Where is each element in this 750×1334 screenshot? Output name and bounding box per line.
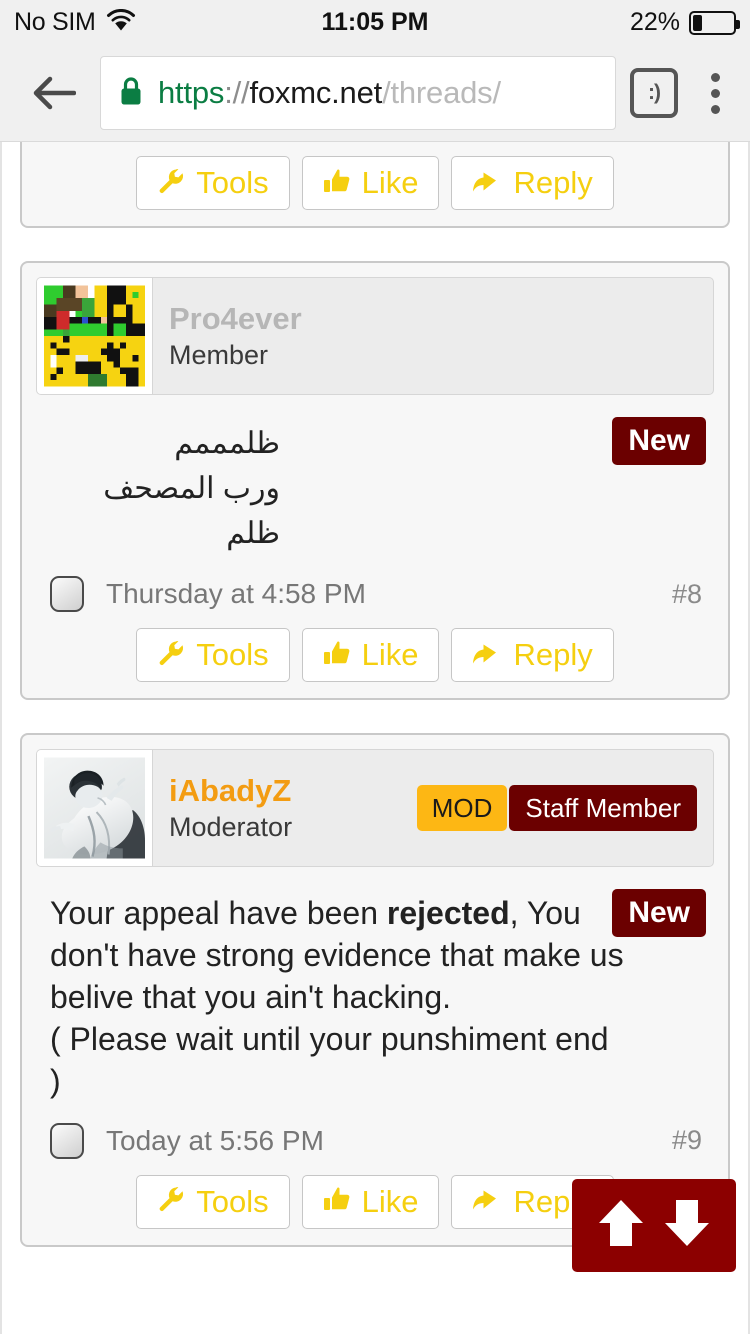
- message-part: Your appeal have been: [50, 895, 387, 932]
- avatar[interactable]: [37, 750, 153, 867]
- url-separator: ://: [224, 75, 250, 110]
- post-timestamp[interactable]: Thursday at 4:58 PM: [106, 578, 366, 610]
- browser-toolbar: https://foxmc.net/threads/ :): [0, 45, 750, 142]
- arrow-down-icon[interactable]: [662, 1197, 712, 1254]
- thumbs-up-icon: [323, 639, 351, 672]
- like-button[interactable]: Like: [301, 628, 440, 683]
- menu-dot: [710, 104, 720, 114]
- post-message-text: Your appeal have been rejected, You don'…: [50, 893, 625, 1103]
- tab-switcher-icon[interactable]: :): [630, 68, 678, 118]
- pixel-minecraft-skin-avatar: [44, 285, 145, 387]
- wifi-icon: [106, 8, 136, 37]
- post-user-names: iAbadyZ Moderator: [169, 773, 292, 844]
- post-meta: Today at 5:56 PM #9: [22, 1103, 728, 1159]
- arrow-up-icon[interactable]: [596, 1197, 646, 1254]
- menu-dot: [710, 72, 720, 82]
- tools-button-label: Tools: [196, 637, 269, 673]
- like-button-label: Like: [361, 165, 419, 200]
- like-button[interactable]: Like: [301, 156, 440, 211]
- post-user-names: Pro4ever Member: [169, 301, 302, 372]
- tools-button[interactable]: Tools: [136, 1174, 290, 1229]
- tools-button-label: Tools: [196, 1183, 269, 1219]
- avatar[interactable]: [37, 278, 153, 395]
- url-host: foxmc.net: [249, 75, 383, 110]
- post-meta-icon: [50, 1122, 84, 1159]
- post-user-header: Pro4ever Member: [36, 277, 714, 396]
- post-message: New ظلمممم ورب المصحف ظلم: [22, 395, 728, 556]
- status-bar-left: No SIM: [14, 8, 136, 37]
- overflow-menu-icon[interactable]: [698, 67, 732, 120]
- like-button-label: Like: [361, 1183, 419, 1219]
- battery-icon: [689, 10, 740, 35]
- staff-member-badge: Staff Member: [509, 785, 697, 832]
- grayscale-anime-avatar: [44, 757, 145, 859]
- like-button[interactable]: Like: [301, 1174, 440, 1229]
- post-number[interactable]: #8: [672, 579, 702, 610]
- post-meta-icon: [50, 576, 84, 613]
- url-scheme: https: [158, 75, 225, 110]
- battery-percent-label: 22%: [629, 8, 680, 36]
- post-user-info: Pro4ever Member: [153, 278, 713, 394]
- wrench-icon: [157, 1185, 185, 1218]
- post-card: iAbadyZ Moderator MOD Staff Member New Y…: [20, 733, 730, 1247]
- url-text: https://foxmc.net/threads/: [158, 75, 501, 111]
- thread-content: Tools Like Reply Pro4ever Member New ظلم…: [0, 142, 750, 1334]
- reply-arrow-icon: [472, 1185, 502, 1218]
- mod-badge: MOD: [416, 785, 508, 832]
- reply-button[interactable]: Reply: [451, 156, 614, 211]
- back-button[interactable]: [26, 65, 82, 121]
- new-badge: New: [612, 889, 706, 938]
- post-user-info: iAbadyZ Moderator MOD Staff Member: [153, 750, 713, 866]
- reply-arrow-icon: [472, 639, 502, 672]
- wrench-icon: [157, 167, 185, 200]
- post-user-badges: MOD Staff Member: [416, 785, 697, 832]
- thumbs-up-icon: [323, 1185, 351, 1218]
- status-bar-right: 22%: [629, 8, 740, 37]
- tab-switcher-label: :): [648, 81, 661, 104]
- tools-button[interactable]: Tools: [136, 628, 290, 683]
- carrier-label: No SIM: [14, 8, 96, 36]
- like-button-label: Like: [361, 637, 419, 673]
- post-card: Tools Like Reply: [20, 142, 730, 229]
- post-card: Pro4ever Member New ظلمممم ورب المصحف ظل…: [20, 261, 730, 701]
- reply-button-label: Reply: [513, 637, 593, 673]
- message-part-bold: rejected: [386, 895, 510, 932]
- post-actions: Tools Like Reply: [22, 142, 728, 214]
- post-actions: Tools Like Reply: [22, 612, 728, 686]
- post-user-title: Moderator: [169, 812, 293, 843]
- page-edge-left: [0, 142, 2, 1334]
- post-username[interactable]: iAbadyZ: [169, 773, 292, 809]
- thumbs-up-icon: [323, 167, 351, 200]
- post-message: New Your appeal have been rejected, You …: [22, 867, 728, 1103]
- url-path: /threads/: [382, 75, 501, 110]
- post-username[interactable]: Pro4ever: [169, 301, 302, 337]
- post-meta: Thursday at 4:58 PM #8: [22, 556, 728, 613]
- post-user-title: Member: [169, 340, 269, 371]
- post-user-header: iAbadyZ Moderator MOD Staff Member: [36, 749, 714, 868]
- address-bar[interactable]: https://foxmc.net/threads/: [100, 56, 616, 130]
- post-number[interactable]: #9: [672, 1125, 702, 1156]
- post-timestamp[interactable]: Today at 5:56 PM: [106, 1125, 324, 1157]
- lock-icon: [119, 76, 143, 111]
- reply-button-label: Reply: [513, 165, 593, 200]
- status-bar: No SIM 11:05 PM 22%: [0, 0, 750, 45]
- scroll-navigation-fab[interactable]: [572, 1179, 736, 1272]
- tools-button-label: Tools: [196, 165, 269, 200]
- reply-arrow-icon: [472, 167, 502, 200]
- tools-button[interactable]: Tools: [136, 156, 290, 211]
- battery-fill: [693, 14, 702, 31]
- new-badge: New: [612, 417, 706, 466]
- reply-button[interactable]: Reply: [451, 628, 614, 683]
- post-message-text: ظلمممم ورب المصحف ظلم: [103, 427, 280, 551]
- wrench-icon: [157, 639, 185, 672]
- menu-dot: [710, 88, 720, 98]
